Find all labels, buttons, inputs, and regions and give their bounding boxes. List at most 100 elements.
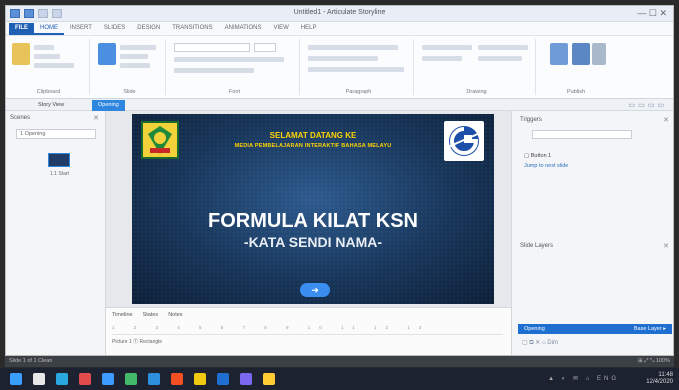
slide-layers-title: Slide Layers [520,243,554,249]
text-direction-buttons[interactable] [308,67,404,72]
format-painter-button[interactable] [34,63,74,68]
slide-stage: SELAMAT DATANG KE MEDIA PEMBELAJARAN INT… [106,111,511,307]
close-icon[interactable]: ✕ [93,114,99,122]
copy-button[interactable] [34,54,60,59]
start-icon[interactable] [10,373,22,385]
tab-animations[interactable]: ANIMATIONS [219,23,268,35]
font-color-buttons[interactable] [174,68,254,73]
timeline-panel: Timeline States Notes 1 2 3 4 5 6 7 8 9 … [106,307,511,355]
drawing-label: Drawing [466,89,487,95]
trigger-action-link[interactable]: Jump to next slide [524,163,568,169]
tab-home[interactable]: HOME [34,23,64,35]
triggers-toolbar[interactable] [532,130,632,139]
close-icon[interactable]: ✕ [663,116,669,124]
trigger-item[interactable]: ▢ Button 1 [524,153,551,159]
taskbar-app-icon[interactable] [125,373,137,385]
tab-story-view[interactable]: Story View [32,100,70,111]
timeline-row[interactable]: Picture 1 Ⓣ Rectangle [112,338,503,348]
welcome-heading: SELAMAT DATANG KE [269,131,357,140]
tab-slides[interactable]: SLIDES [98,23,131,35]
clipboard-group: Clipboard [8,39,90,95]
paragraph-group: Paragraph [304,39,414,95]
cut-button[interactable] [34,45,54,50]
media-subheading: MEDIA PEMBELAJARAN INTERAKTIF BAHASA MEL… [234,143,392,149]
tab-states[interactable]: States [143,312,159,318]
base-layer-name: Opening [524,326,545,332]
list-buttons[interactable] [308,45,398,50]
taskbar-app-icon[interactable] [240,373,252,385]
taskbar-app-icon[interactable] [194,373,206,385]
right-panels: Triggers ✕ ▢ Button 1 Jump to next slide… [511,111,673,355]
scenes-panel: Scenes ✕ 1 Opening 1.1 Start [6,111,106,355]
duplicate-button[interactable] [120,45,156,50]
clipboard-label: Clipboard [36,89,61,95]
reset-button[interactable] [120,63,150,68]
slide-canvas[interactable]: SELAMAT DATANG KE MEDIA PEMBELAJARAN INT… [132,114,494,304]
scenes-title: Scenes [10,115,31,121]
taskbar-clock[interactable]: 11:48 12/4/2020 [646,372,673,386]
tab-insert[interactable]: INSERT [64,23,98,35]
status-bar: Slide 1 of 1 Clean ⊞ ⤢ ⤡ 100% [5,356,674,367]
font-group: Font [170,39,300,95]
window-controls[interactable]: — ☐ ✕ [637,8,667,19]
scene-dropdown[interactable]: 1 Opening [16,129,96,139]
share-icon[interactable] [592,43,606,65]
window-title: Untitled1 - Articulate Storyline [293,9,386,16]
tab-transitions[interactable]: TRANSITIONS [166,23,218,35]
status-text: Slide 1 of 1 Clean [9,358,53,364]
publish-label: Publish [566,89,586,95]
publish-icon[interactable] [572,43,590,65]
shape-fill-button[interactable] [422,45,472,50]
taskbar-app-icon[interactable] [79,373,91,385]
font-family-select[interactable] [174,43,250,52]
font-size-select[interactable] [254,43,276,52]
clock-time: 11:48 [658,372,673,378]
view-mode-icons[interactable]: ▭▭▭▭ [629,101,667,109]
slide-label: Slide [123,89,136,95]
slide-thumbnail[interactable] [48,153,70,167]
taskbar-app-icon[interactable] [217,373,229,385]
ministry-logo [444,121,484,161]
quick-styles-button[interactable] [478,56,522,61]
taskbar-app-icon[interactable] [33,373,45,385]
zoom-controls[interactable]: ⊞ ⤢ ⤡ 100% [638,358,670,365]
close-icon[interactable]: ✕ [663,242,669,250]
font-style-buttons[interactable] [174,57,284,62]
align-buttons[interactable] [308,56,378,61]
preview-icon[interactable] [550,43,568,65]
taskbar-app-icon[interactable] [263,373,275,385]
drawing-group: Drawing [418,39,536,95]
taskbar-app-icon[interactable] [171,373,183,385]
arrange-button[interactable] [422,56,462,61]
layout-button[interactable] [120,54,148,59]
app-window: Untitled1 - Articulate Storyline — ☐ ✕ F… [5,5,674,356]
next-button[interactable]: ➜ [300,283,330,297]
slide-thumbnail-label: 1.1 Start [50,171,69,177]
tab-opening-slide[interactable]: Opening [92,100,125,111]
layer-tools[interactable]: ▢ ⧉ ✕ ⌂ Dim [522,339,558,347]
tab-notes[interactable]: Notes [168,312,182,318]
base-layer-row[interactable]: Opening Base Layer ▸ [518,324,672,334]
timeline-tabs: Timeline States Notes [112,312,183,318]
font-label: Font [228,89,240,95]
paste-icon[interactable] [12,43,30,65]
tab-file[interactable]: FILE [9,22,34,35]
new-slide-icon[interactable] [98,43,116,65]
system-tray[interactable]: ▲ ◐ ✉ ⌂ ENG [548,375,619,382]
clock-date: 12/4/2020 [646,379,673,385]
tab-timeline[interactable]: Timeline [112,312,133,318]
taskbar-app-icon[interactable] [148,373,160,385]
taskbar-app-icon[interactable] [56,373,68,385]
triggers-title: Triggers [520,117,542,123]
taskbar-app-icon[interactable] [102,373,114,385]
timeline-ruler[interactable]: 1 2 3 4 5 6 7 8 9 10 11 12 13 [112,325,503,335]
title-bar: Untitled1 - Articulate Storyline — ☐ ✕ [6,6,673,22]
publish-group: Publish [540,39,612,95]
tab-view[interactable]: VIEW [268,23,295,35]
tab-help[interactable]: HELP [295,23,323,35]
tab-design[interactable]: DESIGN [131,23,166,35]
ribbon: Clipboard Slide Font Paragraph Drawing P… [6,35,673,99]
view-tabs-row: Story View Opening ▭▭▭▭ [6,99,673,111]
ribbon-tabs: FILE HOME INSERT SLIDES DESIGN TRANSITIO… [6,22,673,35]
shape-outline-button[interactable] [478,45,528,50]
